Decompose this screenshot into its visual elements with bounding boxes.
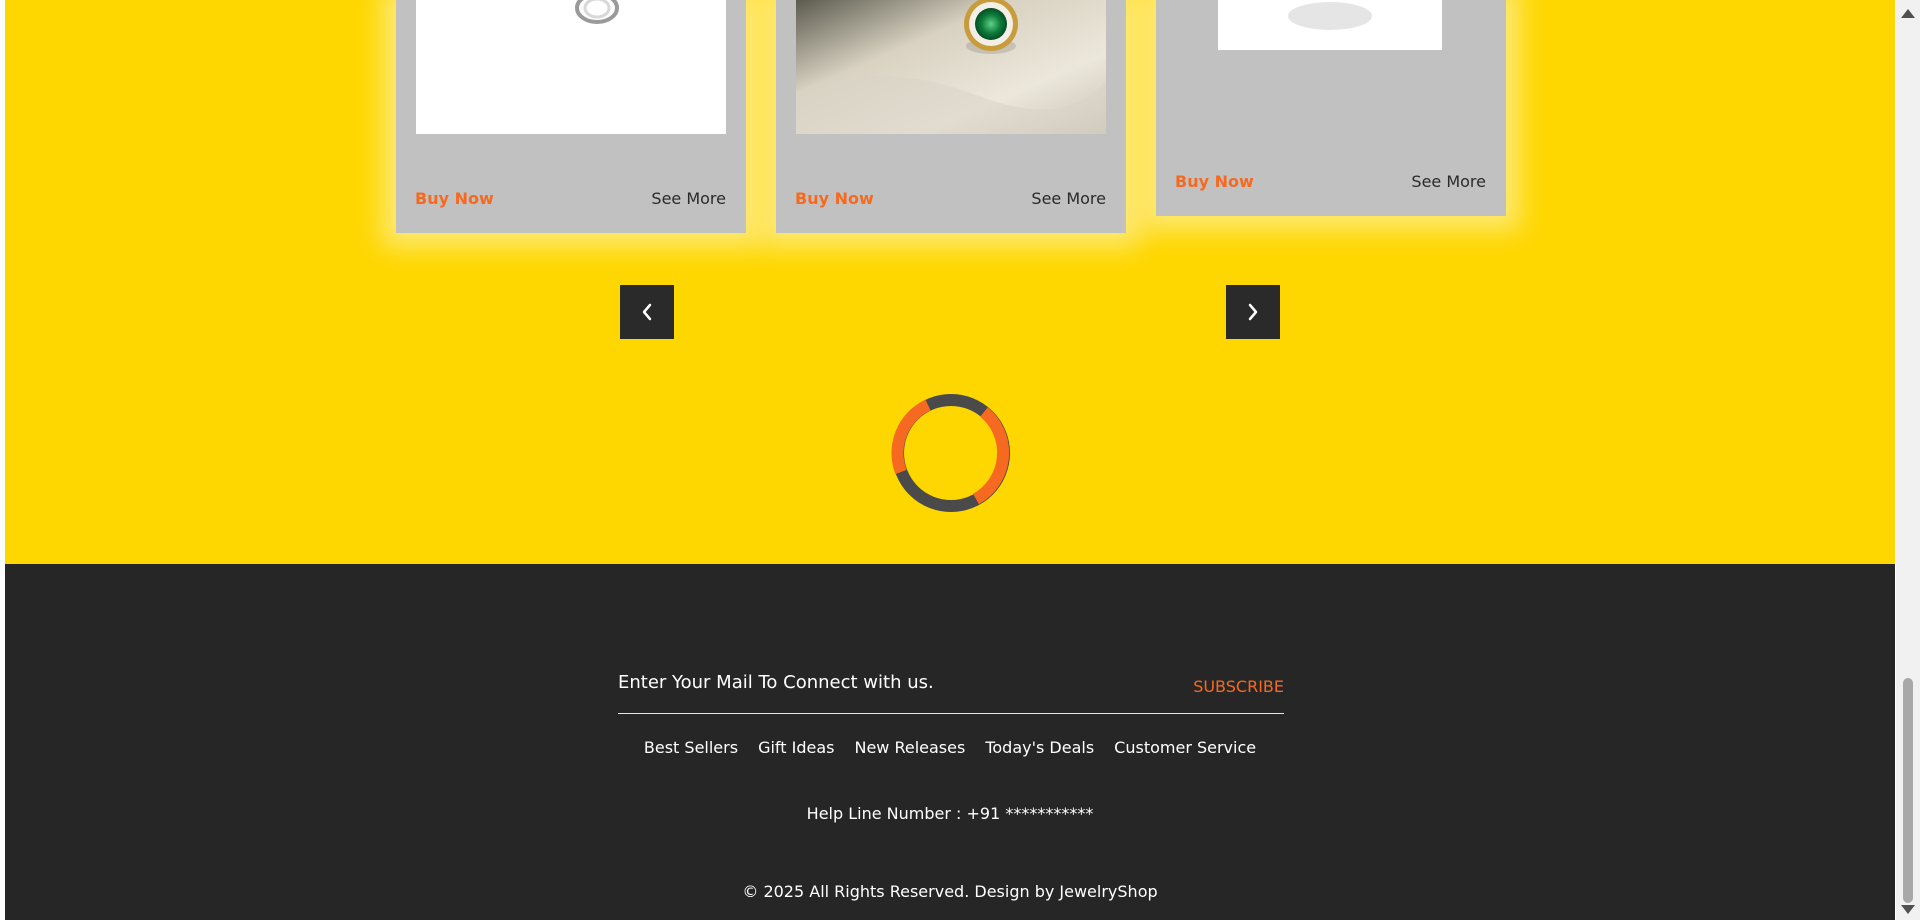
page: Buy Now See More Buy Now See More Buy No…: [5, 0, 1895, 920]
scrollbar[interactable]: [1896, 0, 1920, 920]
helpline-number: Help Line Number : +91 ***********: [806, 804, 1094, 823]
footer-link-gift-ideas[interactable]: Gift Ideas: [758, 738, 834, 757]
product-image[interactable]: [1218, 0, 1442, 50]
scroll-up-arrow-icon[interactable]: [1901, 9, 1915, 18]
product-card: Buy Now See More: [776, 0, 1126, 233]
product-card: Buy Now See More: [1156, 0, 1506, 216]
carousel-next-button[interactable]: [1226, 285, 1280, 339]
see-more-link[interactable]: See More: [1031, 189, 1106, 208]
product-card: Buy Now See More: [396, 0, 746, 233]
newsletter-input[interactable]: Enter Your Mail To Connect with us.: [618, 672, 934, 693]
copyright-text: © 2025 All Rights Reserved. Design by Je…: [742, 882, 1158, 901]
product-image[interactable]: [796, 0, 1106, 134]
see-more-link[interactable]: See More: [1411, 172, 1486, 191]
buy-now-button[interactable]: Buy Now: [795, 189, 874, 208]
loading-spinner: [891, 394, 1010, 512]
product-image[interactable]: [416, 0, 726, 134]
footer-link-new-releases[interactable]: New Releases: [854, 738, 965, 757]
products-section: Buy Now See More Buy Now See More Buy No…: [5, 0, 1895, 564]
chevron-left-icon: [642, 303, 652, 321]
input-underline: [618, 713, 1284, 714]
see-more-link[interactable]: See More: [651, 189, 726, 208]
subscribe-button[interactable]: SUBSCRIBE: [1193, 677, 1284, 696]
footer-links: Best Sellers Gift Ideas New Releases Tod…: [5, 738, 1895, 757]
buy-now-button[interactable]: Buy Now: [415, 189, 494, 208]
footer-link-todays-deals[interactable]: Today's Deals: [985, 738, 1094, 757]
footer-link-best-sellers[interactable]: Best Sellers: [644, 738, 738, 757]
chevron-right-icon: [1248, 303, 1258, 321]
scroll-down-arrow-icon[interactable]: [1901, 905, 1915, 914]
footer-link-customer-service[interactable]: Customer Service: [1114, 738, 1256, 757]
carousel-prev-button[interactable]: [620, 285, 674, 339]
buy-now-button[interactable]: Buy Now: [1175, 172, 1254, 191]
scroll-thumb[interactable]: [1903, 678, 1913, 903]
site-footer: Enter Your Mail To Connect with us. SUBS…: [5, 564, 1895, 920]
